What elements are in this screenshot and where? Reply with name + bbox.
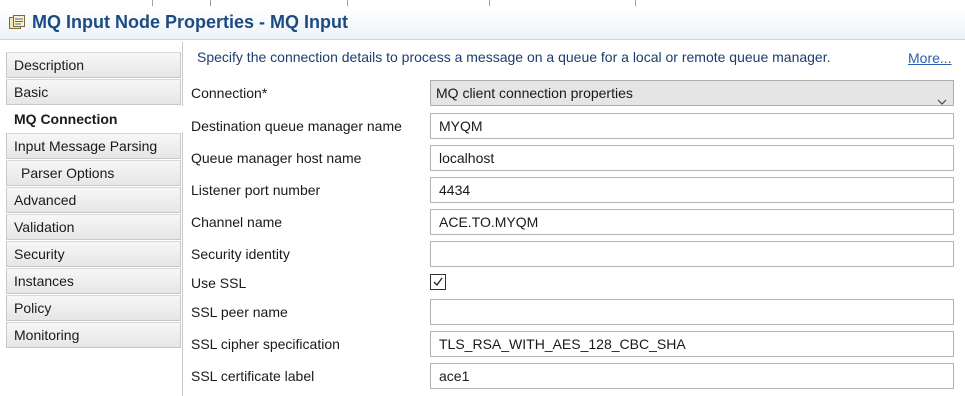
properties-icon — [9, 15, 25, 30]
use-ssl-label: Use SSL — [191, 275, 247, 291]
more-link[interactable]: More... — [908, 50, 952, 66]
sidebar-item-instances[interactable]: Instances — [6, 268, 181, 294]
ssl-cert-field[interactable]: ace1 — [430, 363, 954, 389]
sidebar-item-basic[interactable]: Basic — [6, 79, 181, 105]
page-title: MQ Input Node Properties - MQ Input — [32, 12, 348, 32]
use-ssl-checkbox[interactable] — [430, 274, 446, 290]
channel-name-label: Channel name — [191, 214, 283, 230]
connection-select-value: MQ client connection properties — [436, 85, 633, 101]
sidebar-item-policy[interactable]: Policy — [6, 295, 181, 321]
ssl-cipher-label: SSL cipher specification — [191, 336, 340, 352]
destination-qm-label: Destination queue manager name — [191, 118, 402, 134]
sidebar-item-description[interactable]: Description — [6, 52, 181, 78]
sidebar-item-parser-options[interactable]: Parser Options — [6, 160, 181, 186]
qm-host-field[interactable]: localhost — [430, 145, 954, 171]
connection-select[interactable]: MQ client connection properties — [430, 80, 954, 106]
sidebar-item-advanced[interactable]: Advanced — [6, 187, 181, 213]
listener-port-field[interactable]: 4434 — [430, 177, 954, 203]
ssl-peer-name-label: SSL peer name — [191, 304, 288, 320]
ssl-cert-label: SSL certificate label — [191, 368, 315, 384]
ssl-cipher-field[interactable]: TLS_RSA_WITH_AES_128_CBC_SHA — [430, 331, 954, 357]
sidebar-item-monitoring[interactable]: Monitoring — [6, 322, 181, 348]
listener-port-label: Listener port number — [191, 182, 321, 198]
sidebar-item-validation[interactable]: Validation — [6, 214, 181, 240]
section-description: Specify the connection details to proces… — [197, 49, 831, 65]
channel-name-field[interactable]: ACE.TO.MYQM — [430, 209, 954, 235]
chevron-down-icon — [937, 89, 947, 105]
properties-sidebar: Description Basic MQ Connection Input Me… — [6, 52, 183, 396]
sidebar-item-security[interactable]: Security — [6, 241, 181, 267]
checkmark-icon — [433, 277, 443, 287]
sidebar-item-input-message-parsing[interactable]: Input Message Parsing — [6, 133, 181, 159]
properties-header: MQ Input Node Properties - MQ Input — [0, 6, 965, 40]
sidebar-item-mq-connection[interactable]: MQ Connection — [6, 106, 183, 132]
qm-host-label: Queue manager host name — [191, 150, 362, 166]
security-identity-field[interactable] — [430, 241, 954, 267]
connection-label: Connection* — [191, 85, 268, 101]
destination-qm-field[interactable]: MYQM — [430, 113, 954, 139]
security-identity-label: Security identity — [191, 246, 290, 262]
ssl-peer-name-field[interactable] — [430, 299, 954, 325]
